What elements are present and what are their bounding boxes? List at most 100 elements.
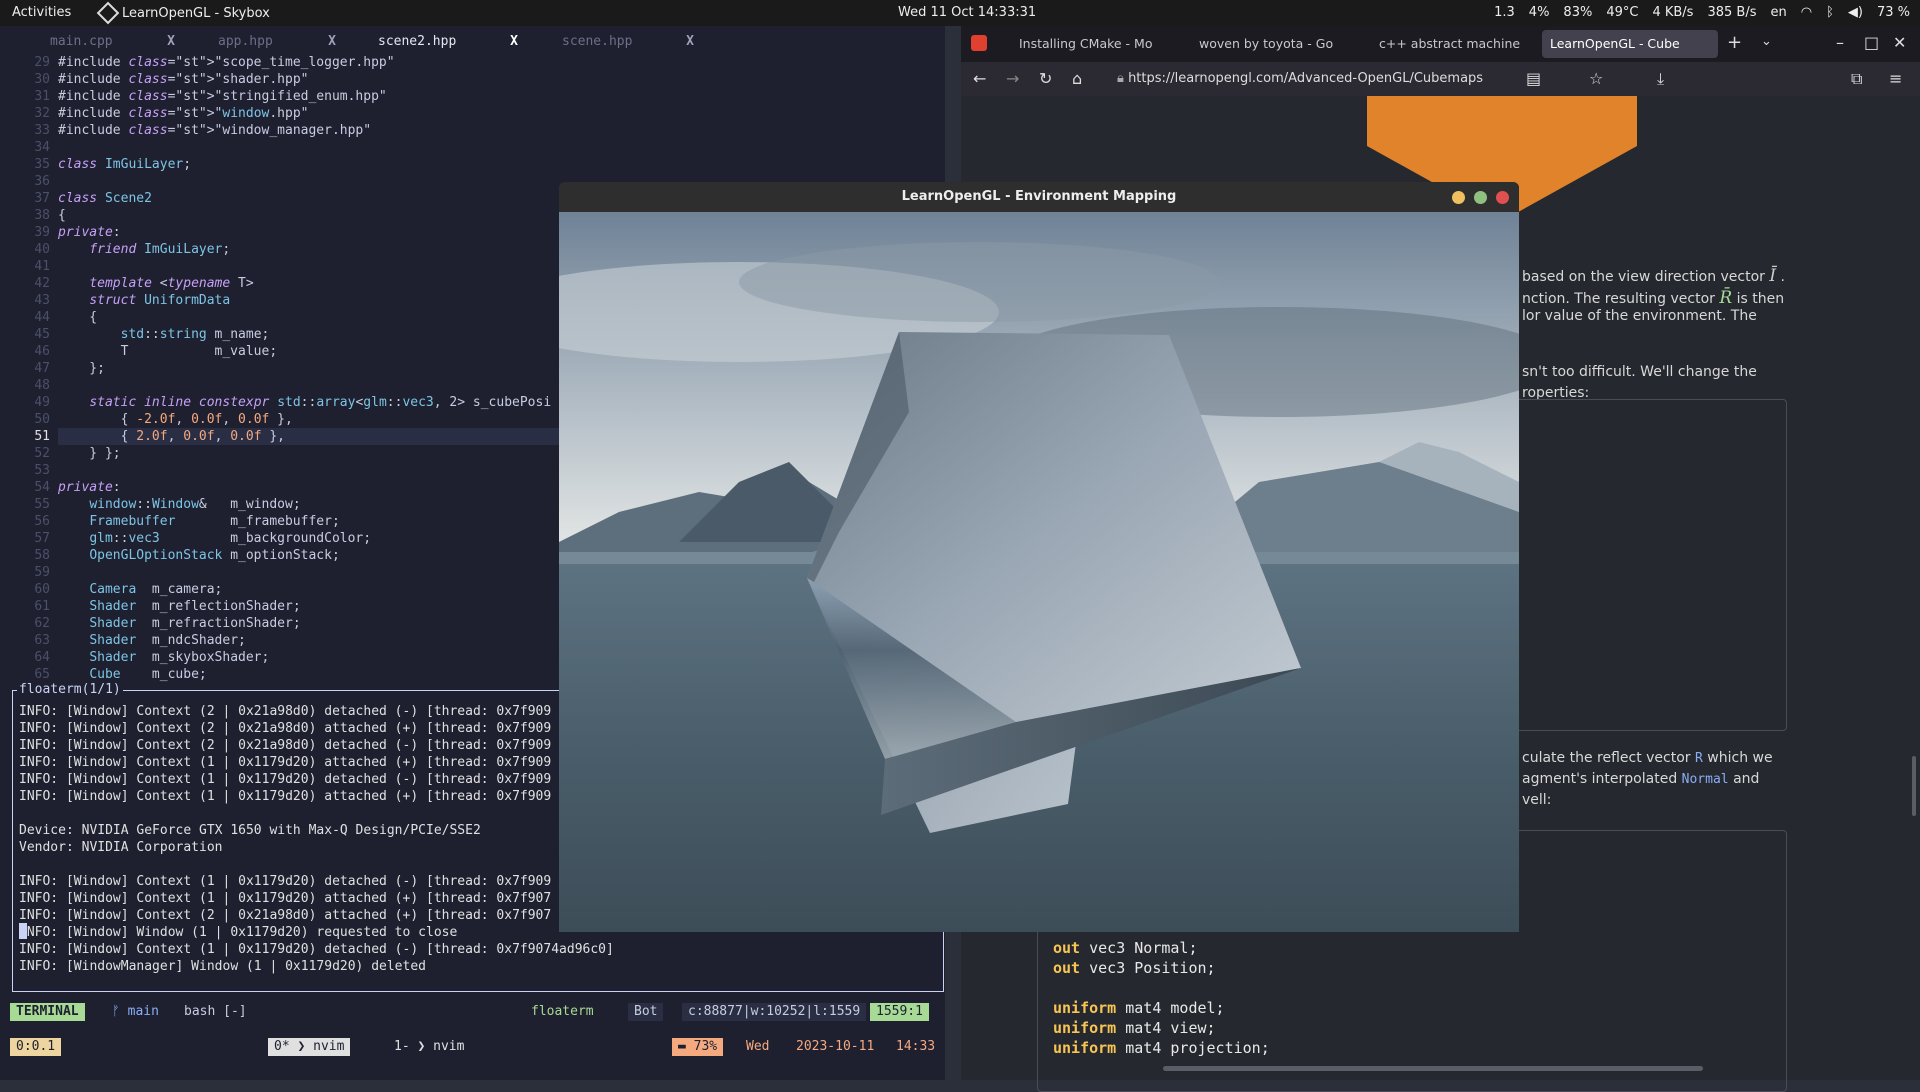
window-title: LearnOpenGL - Environment Mapping — [901, 189, 1177, 204]
code-line[interactable]: { 2.0f, 0.0f, 0.0f }, — [58, 428, 598, 445]
code-line[interactable]: static inline constexpr std::array<glm::… — [58, 394, 551, 411]
maximize-button[interactable] — [1474, 191, 1487, 204]
forward-icon[interactable]: → — [1006, 69, 1019, 88]
line-number: 60 — [34, 582, 50, 597]
system-stats[interactable]: 1.3 4% 83% 49°C 4 KB/s 385 B/s en ◠ ᛒ ◀)… — [1494, 5, 1910, 20]
code-line[interactable]: class ImGuiLayer; — [58, 156, 191, 173]
line-number: 39 — [34, 225, 50, 240]
terminal-output[interactable]: INFO: [Window] Context (2 | 0x21a98d0) d… — [19, 703, 614, 975]
browser-tab[interactable]: Installing CMake - Mo — [1011, 30, 1187, 58]
code-line[interactable]: Shader m_reflectionShader; — [58, 598, 300, 615]
browser-tab[interactable]: c++ abstract machine — [1371, 30, 1547, 58]
tab-label: main.cpp — [50, 34, 113, 49]
scroll-position: Bot — [628, 1003, 664, 1021]
focused-window-indicator[interactable]: LearnOpenGL - Skybox — [96, 1, 270, 25]
rendered-scene[interactable] — [559, 212, 1519, 932]
code-line[interactable]: OpenGLOptionStack m_optionStack; — [58, 547, 339, 564]
language-indicator[interactable]: en — [1770, 5, 1786, 20]
new-tab-button[interactable]: + — [1727, 32, 1742, 53]
tmux-window-active[interactable]: 0* ❯ nvim — [268, 1038, 351, 1056]
code-line[interactable]: std::string m_name; — [58, 326, 270, 343]
code-line[interactable]: Framebuffer m_framebuffer; — [58, 513, 339, 530]
tmux-session: 0:0.1 — [10, 1038, 62, 1056]
code-line[interactable]: } }; — [58, 445, 120, 462]
close-icon[interactable]: X — [510, 34, 518, 49]
code-line[interactable]: T m_value; — [58, 343, 278, 360]
minimize-button[interactable]: – — [1836, 33, 1844, 52]
code-line[interactable]: template <typename T> — [58, 275, 253, 292]
close-icon[interactable]: X — [328, 34, 336, 49]
battery-indicator: ▬ 73% — [672, 1038, 724, 1056]
code-line[interactable]: Cube m_cube; — [58, 666, 206, 683]
code-line[interactable]: #include class="st">"shader.hpp" — [58, 71, 308, 88]
vertical-scrollbar[interactable] — [1912, 756, 1916, 816]
plugin-name: floaterm — [531, 1004, 594, 1019]
terminal-line: INFO: [Window] Context (1 | 0x1179d20) a… — [19, 891, 552, 906]
code-line[interactable]: { — [58, 309, 97, 326]
close-button[interactable] — [1496, 191, 1509, 204]
maximize-button[interactable]: □ — [1864, 33, 1879, 52]
code-line[interactable]: glm::vec3 m_backgroundColor; — [58, 530, 371, 547]
back-icon[interactable]: ← — [973, 69, 986, 88]
tab-label: Installing CMake - Mo — [1019, 36, 1153, 51]
page-paragraph: culate the reflect vector R which we — [1522, 750, 1773, 766]
reader-view-icon[interactable]: ▤ — [1526, 69, 1541, 88]
url-bar[interactable]: 🔒︎ https://learnopengl.com/Advanced-Open… — [1109, 66, 1577, 92]
code-line[interactable]: window::Window& m_window; — [58, 496, 300, 513]
buffer-info: c:88877|w:10252|l:1559 — [682, 1003, 867, 1021]
line-number: 54 — [34, 480, 50, 495]
glsl-keyword: out — [1053, 939, 1081, 957]
code-line[interactable]: #include class="st">"stringified_enum.hp… — [58, 88, 387, 105]
opengl-window-titlebar[interactable]: LearnOpenGL - Environment Mapping — [559, 182, 1519, 212]
line-number: 65 — [34, 667, 50, 682]
code-line[interactable]: #include class="st">"scope_time_logger.h… — [58, 54, 395, 71]
browser-tab-active[interactable]: LearnOpenGL - Cube — [1542, 30, 1718, 58]
volume-icon[interactable]: ◀) — [1848, 5, 1863, 20]
list-tabs-icon[interactable]: ⌄ — [1761, 34, 1772, 49]
system-top-bar: Activities LearnOpenGL - Skybox Wed 11 O… — [0, 0, 1920, 26]
line-number: 45 — [34, 327, 50, 342]
minimize-button[interactable] — [1452, 191, 1465, 204]
code-line[interactable]: class Scene2 — [58, 190, 152, 207]
code-line[interactable]: { -2.0f, 0.0f, 0.0f }, — [58, 411, 293, 428]
close-icon[interactable]: X — [686, 34, 694, 49]
navigation-toolbar: ← → ↻ ⌂ 🔒︎ https://learnopengl.com/Advan… — [961, 62, 1920, 96]
code-line[interactable]: { — [58, 207, 66, 224]
tmux-statusline: 0:0.1 0* ❯ nvim 1- ❯ nvim ▬ 73% Wed 2023… — [10, 1038, 945, 1058]
code-line[interactable]: private: — [58, 224, 121, 241]
bluetooth-icon[interactable]: ᛒ — [1826, 5, 1834, 20]
code-line[interactable]: Camera m_camera; — [58, 581, 222, 598]
terminal-line: INFO: [Window] Window (1 | 0x1179d20) re… — [19, 925, 458, 940]
line-number: 44 — [34, 310, 50, 325]
close-window-button[interactable]: ✕ — [1893, 33, 1906, 52]
code-line[interactable]: friend ImGuiLayer; — [58, 241, 230, 258]
glsl-line: uniform mat4 projection; — [1053, 1038, 1270, 1058]
home-icon[interactable]: ⌂ — [1072, 69, 1082, 88]
wifi-icon[interactable]: ◠ — [1801, 5, 1812, 20]
browser-tab[interactable]: woven by toyota - Go — [1191, 30, 1367, 58]
code-line[interactable]: private: — [58, 479, 121, 496]
line-number: 33 — [34, 123, 50, 138]
menu-icon[interactable]: ≡ — [1889, 69, 1902, 88]
code-line[interactable]: Shader m_skyboxShader; — [58, 649, 269, 666]
code-line[interactable]: Shader m_ndcShader; — [58, 632, 246, 649]
code-line[interactable]: Shader m_refractionShader; — [58, 615, 300, 632]
line-number: 38 — [34, 208, 50, 223]
horizontal-scrollbar[interactable] — [1163, 1066, 1703, 1071]
code-line[interactable]: }; — [58, 360, 105, 377]
opengl-window[interactable]: LearnOpenGL - Environment Mapping — [559, 182, 1519, 932]
downloads-icon[interactable]: ⤓ — [1657, 69, 1664, 89]
clock[interactable]: Wed 11 Oct 14:33:31 — [898, 5, 1036, 20]
tmux-window[interactable]: 1- ❯ nvim — [388, 1038, 470, 1056]
firefox-view-icon[interactable] — [971, 35, 987, 51]
code-line[interactable]: #include class="st">"window_manager.hpp" — [58, 122, 371, 139]
line-number: 46 — [34, 344, 50, 359]
bookmark-star-icon[interactable]: ☆ — [1589, 69, 1603, 88]
extensions-icon[interactable]: ⧉ — [1851, 69, 1862, 89]
code-line[interactable]: struct UniformData — [58, 292, 230, 309]
code-line[interactable]: #include class="st">"window.hpp" — [58, 105, 309, 122]
activities-button[interactable]: Activities — [12, 5, 71, 20]
close-icon[interactable]: X — [167, 34, 175, 49]
reload-icon[interactable]: ↻ — [1039, 69, 1052, 88]
